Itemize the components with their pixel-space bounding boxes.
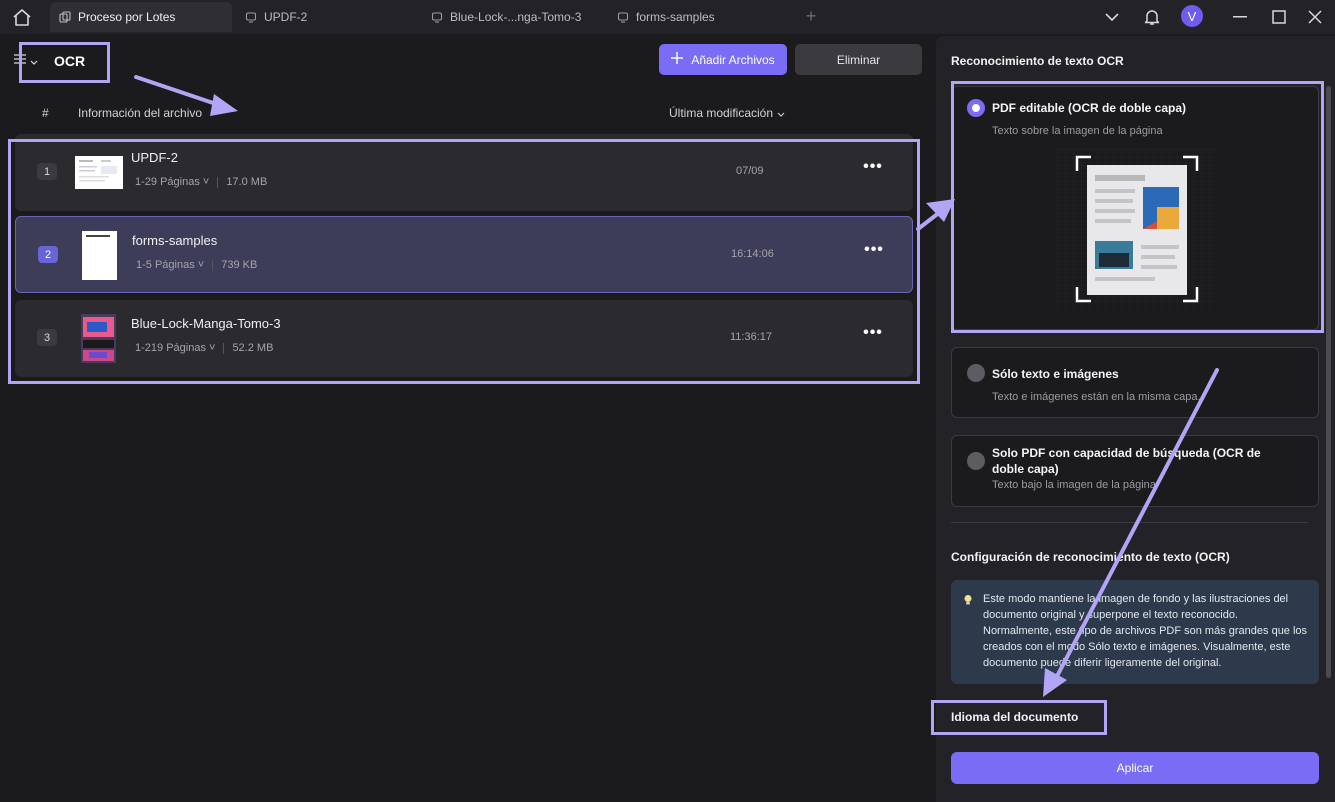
radio-button[interactable] xyxy=(967,452,985,470)
page-title: OCR xyxy=(54,53,86,69)
title-bar: Proceso por Lotes UPDF-2 Blue-Lock-...ng… xyxy=(0,0,1335,34)
option-label: Sólo texto e imágenes xyxy=(992,367,1119,381)
document-icon xyxy=(244,10,258,24)
chevron-down-icon[interactable] xyxy=(1102,7,1122,27)
file-list-panel: OCR Añadir Archivos Eliminar # Informaci… xyxy=(0,34,930,802)
tab-batch-process[interactable]: Proceso por Lotes xyxy=(50,2,232,32)
option-text-images[interactable]: Sólo texto e imágenes Texto e imágenes e… xyxy=(951,347,1319,418)
file-thumbnail xyxy=(82,231,117,280)
chevron-down-icon xyxy=(777,106,785,120)
avatar[interactable]: V xyxy=(1181,5,1203,27)
table-row[interactable]: 1 UPDF-2 1-29 Páginas ˅ 17.0 MB 07/09 ••… xyxy=(15,134,913,211)
page-range-select[interactable]: 1-5 Páginas ˅ xyxy=(136,259,204,271)
option-description: Texto bajo la imagen de la página xyxy=(992,479,1156,491)
option-label: PDF editable (OCR de doble capa) xyxy=(992,101,1187,115)
option-description: Texto sobre la imagen de la página xyxy=(992,125,1163,137)
tab-label: UPDF-2 xyxy=(264,10,308,24)
more-options-icon[interactable]: ••• xyxy=(863,159,883,176)
row-number: 2 xyxy=(38,246,58,263)
table-row[interactable]: 3 Blue-Lock-Manga-Tomo-3 1-219 Páginas ˅… xyxy=(15,300,913,377)
info-text: Este modo mantiene la imagen de fondo y … xyxy=(983,593,1308,669)
column-header-number: # xyxy=(42,106,49,120)
table-row[interactable]: 2 forms-samples 1-5 Páginas ˅ 739 KB 16:… xyxy=(15,216,913,293)
file-date: 07/09 xyxy=(736,165,764,177)
option-searchable-pdf[interactable]: Solo PDF con capacidad de búsqueda (OCR … xyxy=(951,435,1319,507)
chevron-down-icon xyxy=(30,52,38,70)
column-header-modified-label: Última modificación xyxy=(669,106,774,120)
more-options-icon[interactable]: ••• xyxy=(863,325,883,342)
close-icon[interactable] xyxy=(1305,7,1325,27)
info-box: Este modo mantiene la imagen de fondo y … xyxy=(951,580,1319,684)
plus-icon xyxy=(671,52,684,67)
list-icon xyxy=(14,52,26,70)
file-meta: 1-29 Páginas ˅ 17.0 MB xyxy=(135,176,267,188)
column-header-modified[interactable]: Última modificación xyxy=(669,106,785,120)
file-name: Blue-Lock-Manga-Tomo-3 xyxy=(131,316,281,331)
document-icon xyxy=(430,10,444,24)
column-header-file-info: Información del archivo xyxy=(78,106,203,120)
config-section-title: Configuración de reconocimiento de texto… xyxy=(951,550,1230,564)
option-label: Solo PDF con capacidad de búsqueda (OCR … xyxy=(992,446,1261,476)
file-meta: 1-219 Páginas ˅ 52.2 MB xyxy=(135,342,273,354)
option-editable-pdf[interactable]: PDF editable (OCR de doble capa) Texto s… xyxy=(951,86,1319,330)
tab-label: Proceso por Lotes xyxy=(78,10,176,24)
divider xyxy=(223,342,225,354)
minimize-icon[interactable] xyxy=(1230,7,1250,27)
maximize-icon[interactable] xyxy=(1269,7,1289,27)
tab-label: Blue-Lock-...nga-Tomo-3 xyxy=(450,10,582,24)
file-date: 16:14:06 xyxy=(731,248,774,260)
language-section-title: Idioma del documento xyxy=(951,710,1079,724)
ocr-settings-panel: Reconocimiento de texto OCR PDF editable… xyxy=(936,36,1335,802)
file-name: forms-samples xyxy=(132,233,218,248)
divider xyxy=(951,522,1308,523)
file-thumbnail xyxy=(81,314,116,363)
add-files-label: Añadir Archivos xyxy=(691,52,775,67)
more-options-icon[interactable]: ••• xyxy=(864,242,884,259)
ocr-section-title: Reconocimiento de texto OCR xyxy=(951,54,1124,68)
file-size: 739 KB xyxy=(221,259,258,271)
add-files-button[interactable]: Añadir Archivos xyxy=(659,44,787,75)
apply-button[interactable]: Aplicar xyxy=(951,752,1319,784)
document-icon xyxy=(616,10,630,24)
tab-updf-2[interactable]: UPDF-2 xyxy=(236,2,416,32)
ocr-preview-illustration xyxy=(1057,149,1217,309)
divider xyxy=(217,176,219,188)
lightbulb-icon xyxy=(963,593,973,605)
file-size: 17.0 MB xyxy=(226,176,268,188)
file-date: 11:36:17 xyxy=(730,331,773,343)
delete-button[interactable]: Eliminar xyxy=(795,44,922,75)
radio-button[interactable] xyxy=(967,99,985,117)
divider xyxy=(212,259,214,271)
file-size: 52.2 MB xyxy=(232,342,274,354)
scrollbar[interactable] xyxy=(1326,86,1331,678)
page-range-select[interactable]: 1-219 Páginas ˅ xyxy=(135,342,215,354)
file-name: UPDF-2 xyxy=(131,150,178,165)
batch-icon xyxy=(58,10,72,24)
row-number: 3 xyxy=(37,329,57,346)
menu-button[interactable] xyxy=(14,54,42,68)
option-description: Texto e imágenes están en la misma capa. xyxy=(992,391,1201,403)
page-range-select[interactable]: 1-29 Páginas ˅ xyxy=(135,176,209,188)
tab-label: forms-samples xyxy=(636,10,715,24)
tab-forms-samples[interactable]: forms-samples xyxy=(608,2,788,32)
file-meta: 1-5 Páginas ˅ 739 KB xyxy=(136,259,257,271)
bell-icon[interactable] xyxy=(1142,7,1162,27)
file-thumbnail xyxy=(75,156,123,189)
home-icon[interactable] xyxy=(10,6,34,28)
add-tab-icon[interactable]: + xyxy=(803,7,819,25)
radio-button[interactable] xyxy=(967,364,985,382)
tab-blue-lock[interactable]: Blue-Lock-...nga-Tomo-3 xyxy=(422,2,602,32)
row-number: 1 xyxy=(37,163,57,180)
